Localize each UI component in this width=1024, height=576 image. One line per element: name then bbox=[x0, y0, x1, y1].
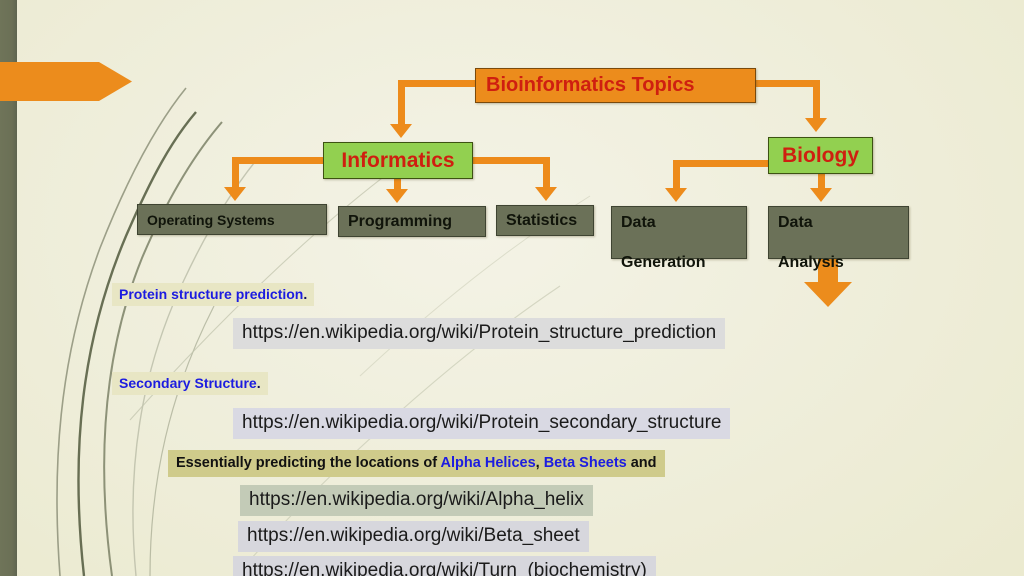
url-text: https://en.wikipedia.org/wiki/Beta_sheet bbox=[247, 525, 580, 546]
note-separator: , bbox=[535, 455, 544, 471]
url-text: https://en.wikipedia.org/wiki/Protein_st… bbox=[242, 322, 717, 343]
arrowhead-data-generation bbox=[665, 188, 687, 202]
node-label: Bioinformatics Topics bbox=[486, 74, 695, 96]
heading-protein-structure-prediction: Protein structure prediction. bbox=[112, 283, 315, 306]
arrowhead-biology bbox=[805, 118, 827, 132]
arrowhead-programming bbox=[386, 189, 408, 203]
heading-secondary-structure: Secondary Structure. bbox=[112, 372, 268, 395]
heading-text: Secondary Structure bbox=[119, 375, 257, 391]
arrowhead-statistics bbox=[535, 187, 557, 201]
arrowhead-informatics bbox=[390, 124, 412, 138]
connector-root-to-biology-h bbox=[752, 80, 820, 87]
note-term-alpha-helices: Alpha Helices bbox=[440, 455, 536, 471]
connector-informatics-to-statistics-v bbox=[543, 157, 550, 189]
node-label: Operating Systems bbox=[147, 211, 275, 228]
node-programming[interactable]: Programming bbox=[338, 206, 486, 237]
node-label: Programming bbox=[348, 212, 453, 230]
url-text: https://en.wikipedia.org/wiki/Turn_(bioc… bbox=[242, 560, 647, 576]
heading-text: Protein structure prediction bbox=[119, 286, 304, 302]
node-label: Informatics bbox=[341, 148, 455, 172]
node-operating-systems[interactable]: Operating Systems bbox=[137, 204, 327, 235]
url-protein-structure-prediction[interactable]: https://en.wikipedia.org/wiki/Protein_st… bbox=[233, 318, 726, 349]
node-label-line1: Data bbox=[621, 214, 656, 231]
slide-canvas: Bioinformatics Topics Informatics Biolog… bbox=[0, 0, 1024, 576]
node-label: Biology bbox=[782, 143, 859, 167]
connector-root-to-informatics-h bbox=[398, 80, 478, 87]
note-term-beta-sheets: Beta Sheets bbox=[543, 455, 627, 471]
arrowhead-data-analysis bbox=[810, 188, 832, 202]
url-turn-biochemistry[interactable]: https://en.wikipedia.org/wiki/Turn_(bioc… bbox=[233, 556, 656, 576]
connector-root-to-biology-v bbox=[813, 80, 820, 120]
connector-informatics-to-os-v bbox=[232, 157, 239, 189]
url-protein-secondary-structure[interactable]: https://en.wikipedia.org/wiki/Protein_se… bbox=[233, 408, 731, 439]
node-bioinformatics-topics[interactable]: Bioinformatics Topics bbox=[475, 68, 756, 103]
node-data-analysis[interactable]: Data Analysis bbox=[768, 206, 909, 271]
url-alpha-helix[interactable]: https://en.wikipedia.org/wiki/Alpha_heli… bbox=[240, 485, 593, 516]
connector-informatics-to-os-h bbox=[232, 157, 330, 164]
node-label-line2: Analysis bbox=[778, 254, 844, 272]
node-label: Data Generation bbox=[621, 213, 746, 273]
node-statistics[interactable]: Statistics bbox=[496, 205, 594, 236]
connector-root-to-informatics-v bbox=[398, 80, 405, 126]
url-text: https://en.wikipedia.org/wiki/Alpha_heli… bbox=[249, 489, 584, 510]
note-essentially-predicting: Essentially predicting the locations of … bbox=[168, 450, 665, 477]
node-data-generation[interactable]: Data Generation bbox=[611, 206, 747, 271]
url-text: https://en.wikipedia.org/wiki/Protein_se… bbox=[242, 412, 722, 433]
node-label-line1: Data bbox=[778, 214, 813, 231]
orange-banner-arrow bbox=[0, 62, 132, 101]
arrowhead-operating-systems bbox=[224, 187, 246, 201]
heading-period: . bbox=[303, 286, 308, 302]
url-beta-sheet[interactable]: https://en.wikipedia.org/wiki/Beta_sheet bbox=[238, 521, 589, 552]
connector-biology-to-datagen-v bbox=[673, 160, 680, 190]
node-label: Statistics bbox=[506, 211, 578, 229]
connector-biology-to-datagen-h bbox=[673, 160, 773, 167]
node-biology[interactable]: Biology bbox=[768, 137, 873, 174]
node-informatics[interactable]: Informatics bbox=[323, 142, 473, 179]
note-prefix: Essentially predicting the locations of bbox=[176, 455, 441, 471]
note-suffix: and bbox=[626, 455, 657, 471]
connector-informatics-to-statistics-h bbox=[468, 157, 550, 164]
node-label-line2: Generation bbox=[621, 254, 706, 272]
node-label: Data Analysis bbox=[778, 213, 908, 273]
heading-period: . bbox=[256, 375, 261, 391]
